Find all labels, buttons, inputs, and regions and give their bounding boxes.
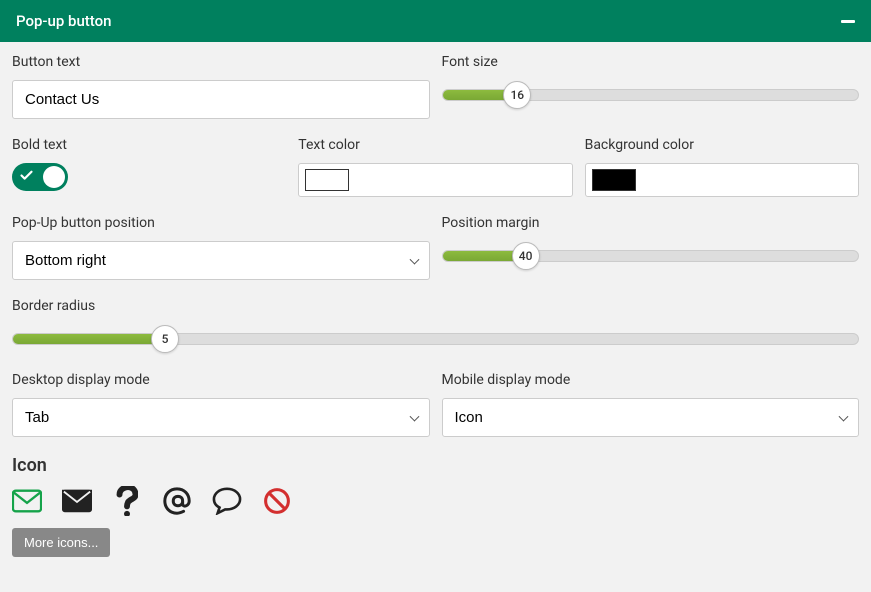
popup-button-panel: Pop-up button Button text Font size 16 xyxy=(0,0,871,573)
font-size-slider[interactable]: 16 xyxy=(442,80,860,110)
background-color-input[interactable] xyxy=(585,163,859,197)
text-color-label: Text color xyxy=(298,137,572,153)
desktop-mode-select[interactable]: Tab xyxy=(12,398,430,437)
bold-text-label: Bold text xyxy=(12,137,286,153)
background-color-swatch xyxy=(592,169,636,191)
mobile-mode-label: Mobile display mode xyxy=(442,372,860,388)
at-sign-icon[interactable] xyxy=(162,486,192,516)
position-margin-slider[interactable]: 40 xyxy=(442,241,860,271)
bold-text-toggle[interactable] xyxy=(12,163,68,191)
question-icon[interactable] xyxy=(112,486,142,516)
toggle-knob xyxy=(43,166,65,188)
text-color-input[interactable] xyxy=(298,163,572,197)
comment-icon[interactable] xyxy=(212,486,242,516)
font-size-value: 16 xyxy=(510,88,524,102)
button-text-input[interactable] xyxy=(12,80,430,119)
ban-icon[interactable] xyxy=(262,486,292,516)
check-icon xyxy=(19,168,34,187)
icon-section-title: Icon xyxy=(12,455,865,476)
mobile-mode-select[interactable]: Icon xyxy=(442,398,860,437)
panel-body: Button text Font size 16 Bold text xyxy=(0,42,871,573)
icon-picker xyxy=(6,486,865,528)
border-radius-slider[interactable]: 5 xyxy=(12,324,859,354)
font-size-label: Font size xyxy=(442,54,860,70)
envelope-solid-icon[interactable] xyxy=(62,486,92,516)
position-select[interactable]: Bottom right xyxy=(12,241,430,280)
minus-icon[interactable] xyxy=(841,20,855,23)
envelope-outline-icon[interactable] xyxy=(12,486,42,516)
text-color-swatch xyxy=(305,169,349,191)
button-text-label: Button text xyxy=(12,54,430,70)
background-color-label: Background color xyxy=(585,137,859,153)
position-label: Pop-Up button position xyxy=(12,215,430,231)
panel-title: Pop-up button xyxy=(16,12,111,30)
position-margin-value: 40 xyxy=(519,249,533,263)
border-radius-value: 5 xyxy=(162,332,169,346)
panel-header[interactable]: Pop-up button xyxy=(0,0,871,42)
more-icons-button[interactable]: More icons... xyxy=(12,528,110,557)
border-radius-label: Border radius xyxy=(12,298,859,314)
desktop-mode-label: Desktop display mode xyxy=(12,372,430,388)
position-margin-label: Position margin xyxy=(442,215,860,231)
